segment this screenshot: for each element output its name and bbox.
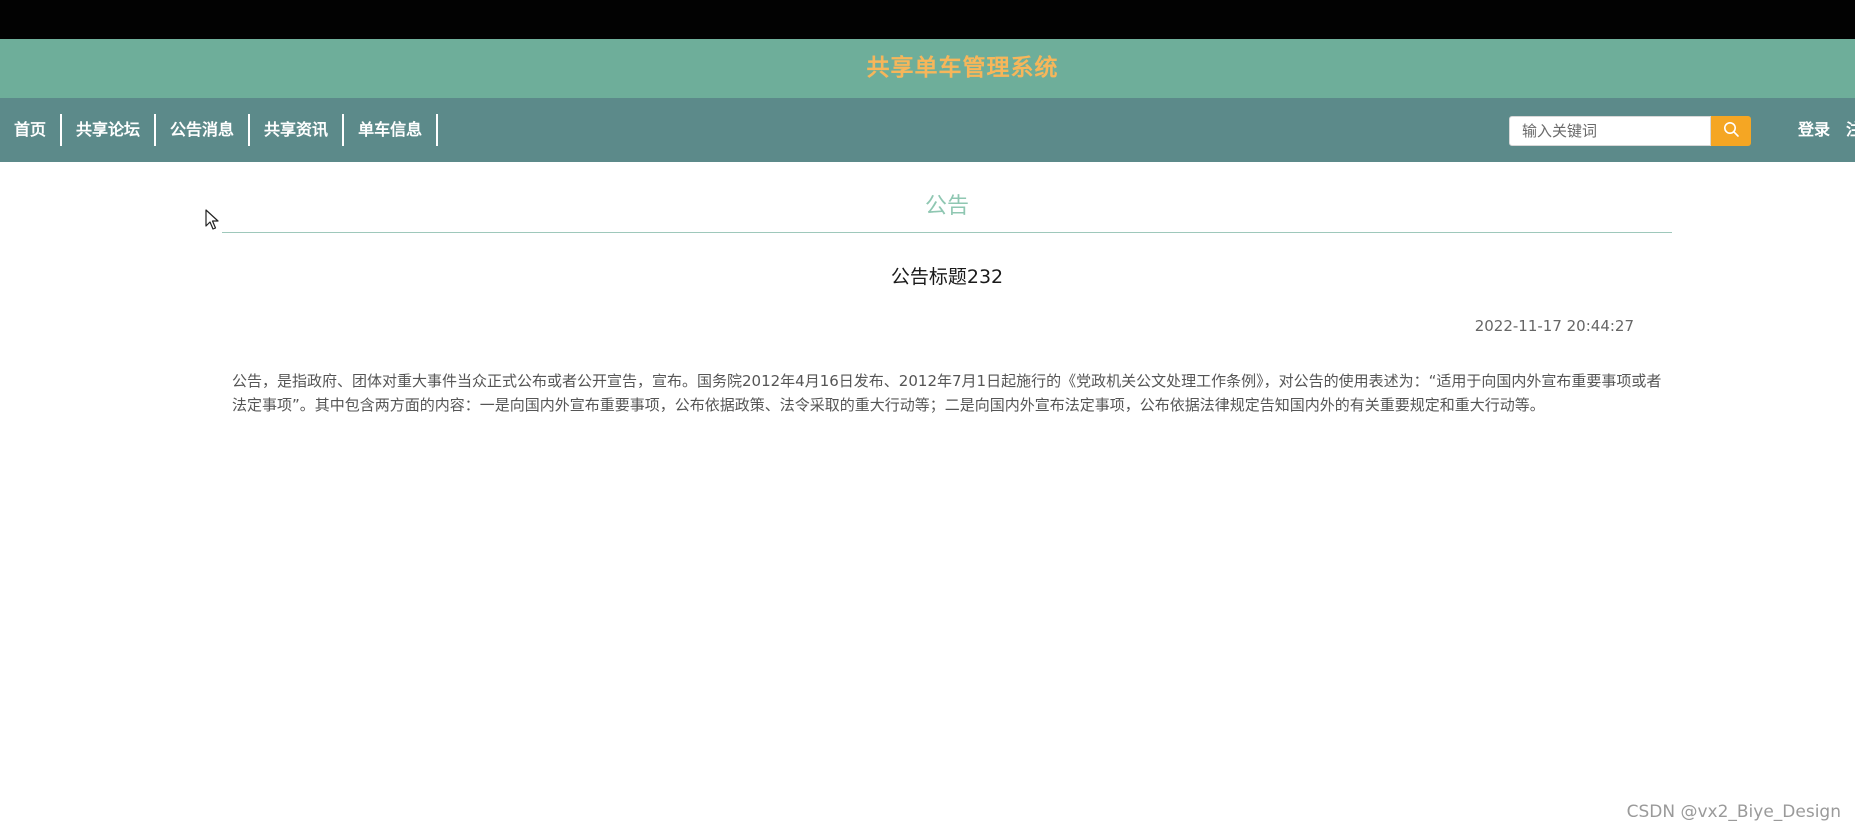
site-title: 共享单车管理系统: [866, 55, 1059, 81]
watermark: CSDN @vx2_Biye_Design: [1626, 802, 1841, 822]
search-input[interactable]: [1509, 116, 1711, 146]
mouse-cursor-icon: [205, 209, 219, 234]
login-link[interactable]: 登录: [1798, 98, 1830, 162]
nav-menu: 首页 共享论坛 公告消息 共享资讯 单车信息: [0, 98, 439, 162]
section-heading: 公告: [924, 194, 969, 219]
search-icon: [1723, 121, 1740, 142]
article-title: 公告标题232: [890, 266, 1004, 288]
top-black-bar: [0, 0, 1855, 39]
article-date: 2022-11-17 20:44:27: [1474, 317, 1634, 335]
nav-item-bike-info[interactable]: 单车信息: [344, 114, 439, 146]
nav-item-news[interactable]: 共享资讯: [250, 114, 345, 146]
nav-bar: 首页 共享论坛 公告消息 共享资讯 单车信息 登录 注: [0, 98, 1855, 162]
article-body: 公告，是指政府、团体对重大事件当众正式公布或者公开宣告，宣布。国务院2012年4…: [232, 372, 1662, 414]
section-divider: [222, 232, 1672, 233]
nav-item-forum[interactable]: 共享论坛: [62, 114, 157, 146]
nav-item-home[interactable]: 首页: [0, 114, 63, 146]
register-link[interactable]: 注: [1846, 98, 1855, 162]
search-button[interactable]: [1711, 116, 1751, 146]
nav-item-announcements[interactable]: 公告消息: [156, 114, 251, 146]
